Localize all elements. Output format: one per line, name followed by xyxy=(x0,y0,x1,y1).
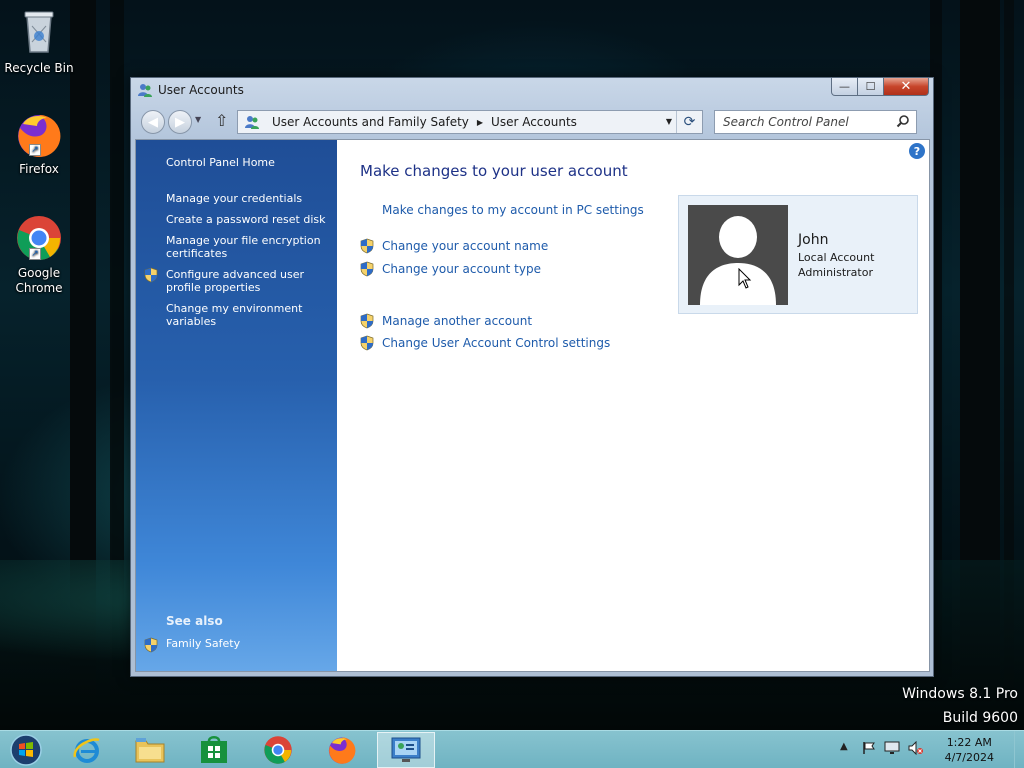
task-pane: Control Panel Home Manage your credentia… xyxy=(136,140,337,671)
manage-credentials-link[interactable]: Manage your credentials xyxy=(166,192,331,205)
create-password-reset-disk-link[interactable]: Create a password reset disk xyxy=(166,213,331,226)
user-accounts-window: User Accounts — ☐ ✕ ◀ ▶ ▼ ⇧ User Account… xyxy=(130,77,934,677)
watermark-edition: Windows 8.1 Pro xyxy=(902,686,1018,702)
breadcrumb-separator-icon[interactable]: ▶ xyxy=(475,118,485,127)
file-explorer-icon xyxy=(135,738,165,763)
windows-version-watermark: Windows 8.1 Pro Build 9600 xyxy=(902,682,1018,730)
help-icon[interactable]: ? xyxy=(909,143,925,159)
minimize-button[interactable]: — xyxy=(831,78,858,96)
configure-advanced-user-profile-link[interactable]: Configure advanced user profile properti… xyxy=(166,268,331,294)
change-account-type-link[interactable]: Change your account type xyxy=(382,262,541,276)
search-input[interactable] xyxy=(723,115,891,129)
store-icon xyxy=(201,736,227,763)
recent-pages-dropdown[interactable]: ▼ xyxy=(195,115,201,124)
navigation-bar: ◀ ▶ ▼ ⇧ User Accounts and Family Safety … xyxy=(131,106,933,138)
network-icon[interactable] xyxy=(884,741,900,758)
uac-shield-icon xyxy=(360,313,374,332)
family-safety-link[interactable]: Family Safety xyxy=(166,637,331,650)
title-bar[interactable]: User Accounts — ☐ ✕ xyxy=(131,78,933,104)
taskbar-chrome[interactable] xyxy=(249,732,307,768)
pc-settings-link[interactable]: Make changes to my account in PC setting… xyxy=(382,203,644,217)
taskbar: ▲ 1:22 AM 4/7/2024 xyxy=(0,730,1024,768)
control-panel-icon xyxy=(238,111,266,133)
breadcrumb-user-accounts[interactable]: User Accounts xyxy=(485,115,583,129)
change-uac-settings-link[interactable]: Change User Account Control settings xyxy=(382,336,610,350)
account-tile: John Local Account Administrator xyxy=(678,195,918,314)
up-arrow-icon: ⇧ xyxy=(215,111,229,130)
close-button[interactable]: ✕ xyxy=(883,78,929,96)
firefox-icon xyxy=(328,737,356,764)
mouse-cursor-icon xyxy=(738,267,752,293)
clock-time: 1:22 AM xyxy=(946,736,992,749)
chrome-icon xyxy=(264,736,292,764)
recycle-bin-icon xyxy=(1,6,77,57)
user-accounts-icon xyxy=(137,82,153,98)
back-arrow-icon: ◀ xyxy=(148,114,158,130)
maximize-button[interactable]: ☐ xyxy=(857,78,884,96)
taskbar-control-panel[interactable] xyxy=(377,732,435,768)
address-bar[interactable]: User Accounts and Family Safety ▶ User A… xyxy=(237,110,703,134)
manage-file-encryption-certificates-link[interactable]: Manage your file encryption certificates xyxy=(166,234,331,260)
uac-shield-icon xyxy=(144,637,158,656)
action-center-flag-icon[interactable] xyxy=(862,741,876,758)
uac-shield-icon xyxy=(144,267,158,286)
search-icon[interactable] xyxy=(896,114,910,131)
content-area: Control Panel Home Manage your credentia… xyxy=(135,139,930,672)
taskbar-firefox[interactable] xyxy=(313,732,371,768)
manage-another-account-link[interactable]: Manage another account xyxy=(382,314,532,328)
see-also-heading: See also xyxy=(166,614,223,628)
shortcut-arrow-icon: ↗ xyxy=(29,248,41,260)
control-panel-home-link[interactable]: Control Panel Home xyxy=(166,156,331,169)
shortcut-arrow-icon: ↗ xyxy=(29,144,41,156)
up-button[interactable]: ⇧ xyxy=(215,111,228,130)
back-button[interactable]: ◀ xyxy=(141,110,165,134)
account-name: John xyxy=(798,232,829,248)
show-desktop-button[interactable] xyxy=(1014,731,1024,768)
taskbar-file-explorer[interactable] xyxy=(121,732,179,768)
page-title: Make changes to your user account xyxy=(360,162,628,180)
clock-date: 4/7/2024 xyxy=(944,751,994,764)
chrome-icon: ↗ xyxy=(15,214,63,262)
breadcrumb-user-accounts-and-family-safety[interactable]: User Accounts and Family Safety xyxy=(266,115,475,129)
main-pane: ? Make changes to your user account Make… xyxy=(337,140,929,671)
account-type: Local Account xyxy=(798,251,875,264)
desktop-icon-google-chrome[interactable]: ↗ Google Chrome xyxy=(1,214,77,296)
control-panel-icon xyxy=(391,737,421,762)
search-box[interactable] xyxy=(714,110,917,134)
desktop-icon-firefox[interactable]: ↗ Firefox xyxy=(1,112,77,176)
change-environment-variables-link[interactable]: Change my environment variables xyxy=(166,302,331,328)
desktop-icon-label: Recycle Bin xyxy=(4,61,74,75)
address-dropdown-icon[interactable]: ▼ xyxy=(666,117,672,126)
forward-arrow-icon: ▶ xyxy=(175,114,185,130)
desktop-icon-recycle-bin[interactable]: Recycle Bin xyxy=(1,6,77,75)
firefox-icon: ↗ xyxy=(15,112,63,158)
uac-shield-icon xyxy=(360,238,374,257)
account-role: Administrator xyxy=(798,266,873,279)
taskbar-store[interactable] xyxy=(185,732,243,768)
system-tray: ▲ 1:22 AM 4/7/2024 xyxy=(824,731,1024,768)
uac-shield-icon xyxy=(360,335,374,354)
desktop-icon-label: Firefox xyxy=(19,162,59,176)
change-account-name-link[interactable]: Change your account name xyxy=(382,239,548,253)
internet-explorer-icon xyxy=(73,738,100,763)
show-hidden-icons-chevron-icon[interactable]: ▲ xyxy=(840,741,848,752)
clock[interactable]: 1:22 AM 4/7/2024 xyxy=(945,735,994,765)
start-icon xyxy=(10,734,42,766)
refresh-icon[interactable]: ⟳ xyxy=(676,111,702,133)
uac-shield-icon xyxy=(360,261,374,280)
forward-button[interactable]: ▶ xyxy=(168,110,192,134)
volume-muted-icon[interactable] xyxy=(908,740,924,758)
start-button[interactable] xyxy=(6,732,46,768)
desktop-icon-label: Google Chrome xyxy=(15,266,63,295)
watermark-build: Build 9600 xyxy=(942,710,1018,726)
window-title: User Accounts xyxy=(158,83,244,97)
taskbar-internet-explorer[interactable] xyxy=(58,732,116,768)
